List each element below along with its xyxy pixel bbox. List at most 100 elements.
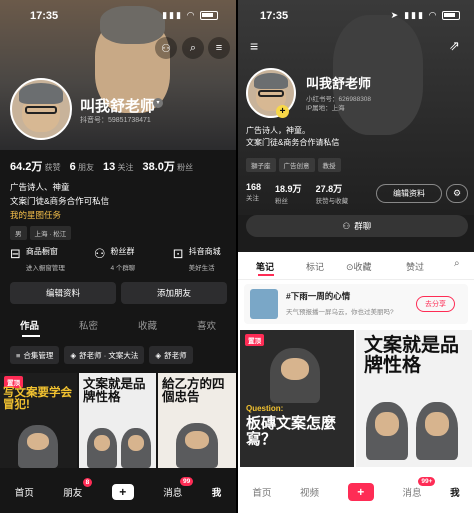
status-time: 17:35: [260, 10, 289, 22]
status-bar: 17:35 ➤ ▮▮▮ ◠: [238, 8, 474, 26]
group-icon[interactable]: ⚇: [155, 37, 177, 59]
menu-icon[interactable]: ≡: [208, 37, 230, 59]
service-mall[interactable]: ⊡ 抖音商城 美好生活: [173, 246, 236, 275]
tab-works[interactable]: 作品: [20, 318, 39, 332]
douyin-profile-screen: 17:35 ▮▮▮ ◠ ⚇ ⌕ ≡ 叫我舒老师 ▾ 抖音号：59851738471…: [0, 0, 236, 513]
profile-tags: 獅子座 广告创意 教授: [246, 155, 344, 173]
service-store[interactable]: ⊟ 商品橱窗 进入橱窗管理: [10, 246, 88, 275]
fan-group-icon: ⚇: [93, 246, 106, 261]
nav-messages[interactable]: 消息 99+: [402, 477, 436, 499]
bio-line: 广告诗人，神童。: [246, 126, 310, 135]
profile-tags: 男上海 · 松江: [10, 223, 74, 241]
add-friend-button[interactable]: 添加朋友: [121, 282, 227, 304]
location-icon: ➤: [390, 10, 401, 20]
thumbnail-title: 給乙方的四個忠告: [162, 377, 225, 405]
battery-icon: [442, 11, 460, 20]
tabs-divider: [238, 279, 474, 280]
stat-followers[interactable]: 38.0万 粉丝: [143, 158, 194, 174]
group-chat-button[interactable]: ⚇ 群聊: [246, 215, 468, 237]
promo-image: [250, 289, 278, 319]
add-avatar-icon[interactable]: +: [276, 105, 289, 118]
tag-gender: 男: [10, 226, 27, 240]
service-fan-group[interactable]: ⚇ 粉丝群 4 个群聊: [94, 246, 167, 275]
note-thumbnail[interactable]: 文案就是品牌性格: [356, 330, 472, 467]
signal-icon: ▮▮▮: [404, 10, 426, 20]
note-question: Question:: [246, 404, 284, 413]
tab-indicator: [258, 274, 274, 276]
create-button[interactable]: +: [111, 484, 134, 500]
stat-likes-collects[interactable]: 27.8万 获赞与收藏: [316, 182, 349, 205]
nav-friends[interactable]: 朋友 8: [63, 478, 93, 499]
list-icon: ≡: [16, 350, 21, 360]
stat-following[interactable]: 168 关注: [246, 182, 261, 205]
chip-collection-1[interactable]: ◈ 舒老师 · 文案大法: [64, 346, 145, 364]
chevron-down-icon[interactable]: ▾: [153, 98, 163, 108]
tab-private[interactable]: 私密: [79, 318, 98, 332]
share-button[interactable]: 去分享: [416, 296, 455, 312]
promo-title: #下雨一周的心情: [286, 291, 351, 301]
profile-bio: 广告诗人、神童 文案门徒&商务合作可私信 我的星图任务: [10, 180, 109, 222]
note-thumbnail[interactable]: 置顶 Question: 板磚文案怎麼寫？: [240, 330, 354, 467]
content-tabs: 作品 私密 收藏 喜欢: [0, 318, 236, 332]
search-icon[interactable]: ⌕: [454, 258, 460, 269]
bio-line: 文案门徒&商务合作可私信: [10, 196, 110, 206]
stat-following[interactable]: 13 关注: [103, 161, 133, 173]
layers-icon: ◈: [70, 350, 77, 360]
bio-line: 文案门徒&商务合作请私信: [246, 138, 340, 147]
nav-me[interactable]: 我: [212, 485, 222, 499]
tag-title: 教授: [317, 158, 341, 172]
edit-profile-button[interactable]: 编辑资料: [10, 282, 116, 304]
star-task-link[interactable]: 我的星图任务: [10, 208, 109, 222]
profile-name: 叫我舒老师: [306, 76, 372, 91]
promo-subtitle: 天气预报播一屏乌云，你也过美丽吗?: [286, 309, 394, 316]
video-thumbnail[interactable]: 置顶 写文案要学会冒犯!: [0, 373, 77, 468]
tab-favorites[interactable]: 收藏: [138, 318, 157, 332]
status-icons: ➤ ▮▮▮ ◠: [391, 10, 460, 21]
chip-collection-2[interactable]: ◈ 舒老师: [149, 346, 193, 364]
tab-notes[interactable]: 笔记: [256, 260, 274, 273]
bottom-nav: 首页 视频 + 消息 99+ 我: [238, 471, 474, 513]
wifi-icon: ◠: [429, 10, 438, 20]
settings-icon[interactable]: ⚙: [446, 184, 468, 203]
profile-ip: IP属地：上海: [306, 105, 345, 112]
stat-followers[interactable]: 18.9万 粉丝: [275, 182, 302, 205]
tab-likes[interactable]: 喜欢: [197, 318, 216, 332]
video-thumbnail[interactable]: 文案就是品牌性格: [79, 373, 156, 468]
note-title: 文案就是品牌性格: [364, 335, 460, 376]
menu-icon[interactable]: ≡: [250, 38, 258, 54]
profile-name: 叫我舒老师: [80, 98, 156, 115]
bottom-nav: 首页 朋友 8 + 消息 99 我: [0, 471, 236, 513]
stat-likes[interactable]: 64.2万 获赞: [10, 158, 61, 174]
edit-profile-button[interactable]: 编辑资料: [376, 184, 442, 203]
nav-me[interactable]: 我: [450, 485, 460, 499]
nav-video[interactable]: 视频: [300, 485, 319, 499]
cart-icon: ⊡: [172, 246, 184, 261]
thumbnail-title: 写文案要学会冒犯!: [3, 387, 72, 412]
profile-stats: 168 关注 18.9万 粉丝 27.8万 获赞与收藏: [246, 182, 348, 205]
tag-zodiac: 獅子座: [246, 158, 276, 172]
chip-collection-manage[interactable]: ≡ 合集管理: [10, 346, 60, 364]
stat-friends[interactable]: 6 朋友: [70, 161, 94, 173]
group-icon: ⚇: [342, 220, 351, 231]
tab-liked[interactable]: 赞过: [406, 260, 424, 273]
profile-stats: 64.2万 获赞 6 朋友 13 关注 38.0万 粉丝: [10, 158, 193, 174]
tag-industry: 广告创意: [278, 158, 315, 172]
messages-badge: 99: [180, 477, 194, 486]
nav-messages[interactable]: 消息 99: [163, 477, 194, 499]
tab-collections[interactable]: ⊙收藏: [346, 260, 372, 273]
nav-home[interactable]: 首页: [15, 485, 34, 499]
avatar[interactable]: [10, 78, 72, 140]
promo-banner[interactable]: #下雨一周的心情 天气预报播一屏乌云，你也过美丽吗? 去分享: [244, 284, 468, 324]
tab-marked[interactable]: 标记: [306, 260, 324, 273]
nav-home[interactable]: 首页: [252, 485, 271, 499]
create-button[interactable]: +: [347, 483, 374, 501]
video-thumbnail[interactable]: 給乙方的四個忠告: [158, 373, 236, 468]
status-icons: ▮▮▮ ◠: [162, 10, 218, 21]
share-icon[interactable]: ⇗: [449, 38, 460, 54]
xiaohongshu-profile-screen: 17:35 ➤ ▮▮▮ ◠ ≡ ⇗ + 叫我舒老师 小红书号：626988308 I…: [238, 0, 474, 513]
profile-bio: 广告诗人，神童。 文案门徒&商务合作请私信: [246, 125, 339, 149]
status-bar: 17:35 ▮▮▮ ◠: [0, 8, 236, 26]
layers-icon: ◈: [155, 350, 162, 360]
search-icon[interactable]: ⌕: [182, 37, 204, 59]
tab-indicator: [22, 335, 40, 337]
